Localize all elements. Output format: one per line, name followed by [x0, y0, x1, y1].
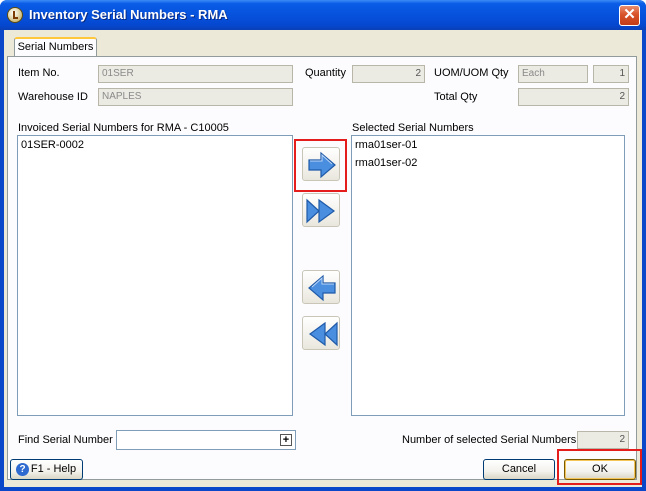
- quantity-field: 2: [352, 65, 425, 83]
- list-item[interactable]: rma01ser-02: [352, 154, 624, 172]
- uom-field: Each: [518, 65, 588, 83]
- list-item[interactable]: 01SER-0002: [18, 136, 292, 154]
- list-item[interactable]: rma01ser-01: [352, 136, 624, 154]
- arrow-left-icon: [308, 274, 336, 302]
- double-arrow-right-icon: [306, 198, 336, 224]
- dialog-window: Inventory Serial Numbers - RMA ✕ Serial …: [0, 0, 646, 491]
- app-icon: [7, 7, 23, 23]
- selected-list-label: Selected Serial Numbers: [352, 122, 474, 134]
- ok-button[interactable]: OK: [564, 459, 636, 480]
- dialog-client: Serial Numbers Item No. 01SER Quantity 2…: [4, 30, 642, 487]
- find-serial-label: Find Serial Number: [18, 434, 113, 446]
- invoiced-list-label: Invoiced Serial Numbers for RMA - C10005: [18, 122, 229, 134]
- arrow-right-icon: [308, 151, 336, 179]
- item-no-field: 01SER: [98, 65, 293, 83]
- title-bar[interactable]: Inventory Serial Numbers - RMA ✕: [0, 0, 646, 30]
- warehouse-label: Warehouse ID: [18, 91, 88, 103]
- help-icon: ?: [16, 463, 29, 476]
- warehouse-field: NAPLES: [98, 88, 293, 106]
- find-serial-input[interactable]: +: [116, 430, 296, 450]
- item-no-label: Item No.: [18, 67, 60, 79]
- add-serial-button[interactable]: [302, 147, 340, 181]
- selected-serial-list[interactable]: rma01ser-01 rma01ser-02: [351, 135, 625, 416]
- invoiced-serial-list[interactable]: 01SER-0002: [17, 135, 293, 416]
- cancel-button[interactable]: Cancel: [483, 459, 555, 480]
- plus-icon[interactable]: +: [280, 434, 292, 446]
- close-button[interactable]: ✕: [619, 5, 640, 26]
- selected-count-label: Number of selected Serial Numbers: [402, 434, 577, 446]
- close-icon: ✕: [623, 6, 636, 23]
- remove-all-serials-button[interactable]: [302, 316, 340, 350]
- double-arrow-left-icon: [308, 321, 338, 347]
- uom-label: UOM/UOM Qty: [434, 67, 509, 79]
- remove-serial-button[interactable]: [302, 270, 340, 304]
- window-title: Inventory Serial Numbers - RMA: [29, 7, 228, 22]
- total-qty-field: 2: [518, 88, 629, 106]
- add-all-serials-button[interactable]: [302, 193, 340, 227]
- quantity-label: Quantity: [305, 67, 346, 79]
- help-button[interactable]: ? F1 - Help: [10, 459, 83, 480]
- tab-panel: Item No. 01SER Quantity 2 UOM/UOM Qty Ea…: [7, 56, 637, 480]
- uom-qty-field: 1: [593, 65, 629, 83]
- selected-count-field: 2: [577, 431, 629, 449]
- total-qty-label: Total Qty: [434, 91, 478, 103]
- tab-serial-numbers[interactable]: Serial Numbers: [14, 37, 97, 57]
